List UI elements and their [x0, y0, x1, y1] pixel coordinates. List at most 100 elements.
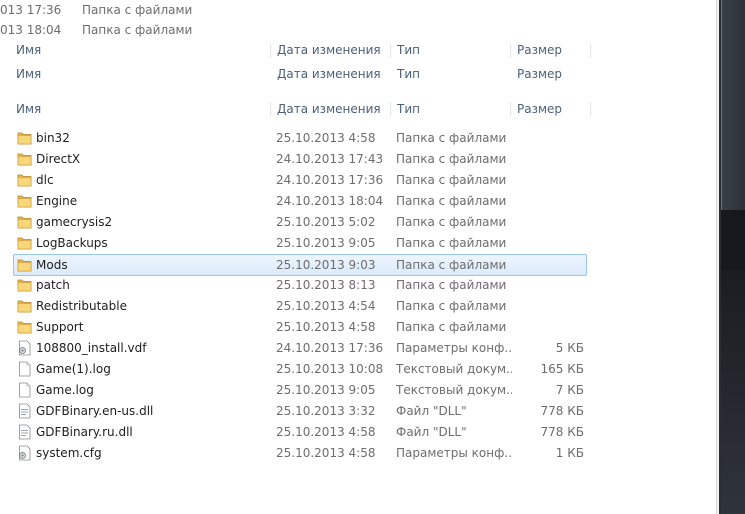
file-row[interactable]: Engine 24.10.2013 18:04 Папка с файлами: [14, 191, 586, 211]
file-name: Mods: [36, 258, 68, 272]
file-row[interactable]: DirectX 24.10.2013 17:43 Папка с файлами: [14, 149, 586, 169]
background-panel: [721, 270, 745, 514]
file-date: 24.10.2013 17:43: [276, 152, 384, 166]
file-row[interactable]: Support 25.10.2013 4:58 Папка с файлами: [14, 317, 586, 337]
settings-file-icon: [17, 340, 32, 356]
column-divider: [510, 43, 511, 58]
file-size: 7 КБ: [555, 383, 584, 397]
file-date: 25.10.2013 9:05: [276, 236, 376, 250]
file-date: 25.10.2013 10:08: [276, 362, 384, 376]
column-header-date[interactable]: Дата изменения: [277, 99, 381, 119]
dll-file-icon: [17, 403, 32, 419]
file-name: system.cfg: [36, 446, 102, 460]
column-header-type[interactable]: Тип: [397, 99, 420, 119]
folder-icon: [17, 319, 32, 335]
folder-icon: [17, 277, 32, 293]
file-type: Папка с файлами: [396, 173, 507, 187]
folder-icon: [17, 172, 32, 188]
text-file-icon: [17, 361, 32, 377]
file-name: gamecrysis2: [36, 215, 113, 229]
ghost-header-date: Дата изменения: [277, 43, 381, 57]
file-row[interactable]: 108800_install.vdf 24.10.2013 17:36 Параме…: [14, 338, 586, 358]
file-date: 25.10.2013 4:58: [276, 425, 376, 439]
file-size: 5 КБ: [555, 341, 584, 355]
file-row[interactable]: gamecrysis2 25.10.2013 5:02 Папка с файлам…: [14, 212, 586, 232]
file-row[interactable]: GDFBinary.ru.dll 25.10.2013 4:58 Файл "DLL…: [14, 422, 586, 442]
text-file-icon: [17, 382, 32, 398]
file-name: Support: [36, 320, 84, 334]
folder-icon: [17, 214, 32, 230]
file-name: patch: [36, 278, 70, 292]
file-type: Папка с файлами: [396, 236, 507, 250]
file-size: 165 КБ: [540, 362, 584, 376]
ghost-header-row-2: Имя Дата изменения Тип Размер: [0, 64, 700, 84]
column-divider[interactable]: [590, 102, 591, 117]
file-row[interactable]: GDFBinary.en-us.dll 25.10.2013 3:32 Файл "…: [14, 401, 586, 421]
ghost-type-2: Папка с файлами: [82, 23, 193, 37]
file-type: Папка с файлами: [396, 194, 507, 208]
dll-file-icon: [17, 424, 32, 440]
file-date: 25.10.2013 4:58: [276, 446, 376, 460]
column-header-name[interactable]: Имя: [16, 99, 41, 119]
ghost-header-size: Размер: [517, 43, 563, 57]
folder-icon: [17, 298, 32, 314]
file-name: Engine: [36, 194, 78, 208]
file-type: Папка с файлами: [396, 131, 507, 145]
ghost-header-name: Имя: [16, 43, 42, 57]
file-type: Параметры конф...: [396, 341, 512, 355]
file-type: Файл "DLL": [396, 425, 467, 439]
file-date: 25.10.2013 9:03: [276, 258, 376, 272]
ghost-header-type: Тип: [397, 67, 420, 81]
file-name: bin32: [36, 131, 70, 145]
ghost-overlay: 013 17:36 Папка с файлами 013 18:04 Папк…: [0, 0, 716, 98]
ghost-header-date: Дата изменения: [277, 67, 381, 81]
file-type: Папка с файлами: [396, 278, 507, 292]
file-date: 24.10.2013 17:36: [276, 341, 384, 355]
file-row[interactable]: dlc 24.10.2013 17:36 Папка с файлами: [14, 170, 586, 190]
column-divider[interactable]: [390, 102, 391, 117]
background-window-edge: [719, 0, 745, 514]
file-date: 25.10.2013 4:54: [276, 299, 376, 313]
file-name: dlc: [36, 173, 54, 187]
folder-icon: [17, 193, 32, 209]
column-header-size[interactable]: Размер: [517, 99, 562, 119]
file-row[interactable]: Redistributable 25.10.2013 4:54 Папка с фа…: [14, 296, 586, 316]
column-divider: [590, 43, 591, 58]
file-row[interactable]: system.cfg 25.10.2013 4:58 Параметры конф.…: [14, 443, 586, 463]
file-size: 778 КБ: [540, 404, 584, 418]
file-type: Папка с файлами: [396, 258, 507, 272]
folder-icon: [17, 151, 32, 167]
file-name: GDFBinary.ru.dll: [36, 425, 133, 439]
file-date: 24.10.2013 17:36: [276, 173, 384, 187]
ghost-header-type: Тип: [397, 43, 420, 57]
ghost-date-1: 013 17:36: [0, 3, 62, 17]
file-size: 778 КБ: [540, 425, 584, 439]
file-name: Game.log: [36, 383, 94, 397]
folder-icon: [17, 235, 32, 251]
column-divider[interactable]: [510, 102, 511, 117]
file-row[interactable]: Game.log 25.10.2013 9:05 Текстовый докум..…: [14, 380, 586, 400]
ghost-header-size: Размер: [517, 67, 563, 81]
file-row[interactable]: Mods 25.10.2013 9:03 Папка с файлами: [13, 254, 587, 276]
ghost-date-2: 013 18:04: [0, 23, 62, 37]
ghost-header-row-1: Имя Дата изменения Тип Размер: [0, 40, 700, 60]
file-name: DirectX: [36, 152, 81, 166]
folder-icon: [17, 257, 32, 273]
file-name: Game(1).log: [36, 362, 111, 376]
file-date: 25.10.2013 3:32: [276, 404, 376, 418]
file-date: 25.10.2013 8:13: [276, 278, 376, 292]
file-row[interactable]: Game(1).log 25.10.2013 10:08 Текстовый док…: [14, 359, 586, 379]
file-date: 25.10.2013 5:02: [276, 215, 376, 229]
file-type: Текстовый докум...: [396, 383, 512, 397]
file-row[interactable]: LogBackups 25.10.2013 9:05 Папка с файлами: [14, 233, 586, 253]
column-divider: [390, 43, 391, 58]
column-divider[interactable]: [270, 102, 271, 117]
file-date: 25.10.2013 4:58: [276, 320, 376, 334]
file-date: 24.10.2013 18:04: [276, 194, 384, 208]
ghost-type-1: Папка с файлами: [82, 3, 193, 17]
background-panel: [721, 210, 745, 270]
file-row[interactable]: patch 25.10.2013 8:13 Папка с файлами: [14, 275, 586, 295]
file-type: Текстовый докум...: [396, 362, 512, 376]
file-row[interactable]: bin32 25.10.2013 4:58 Папка с файлами: [14, 128, 586, 148]
background-panel: [721, 0, 745, 210]
